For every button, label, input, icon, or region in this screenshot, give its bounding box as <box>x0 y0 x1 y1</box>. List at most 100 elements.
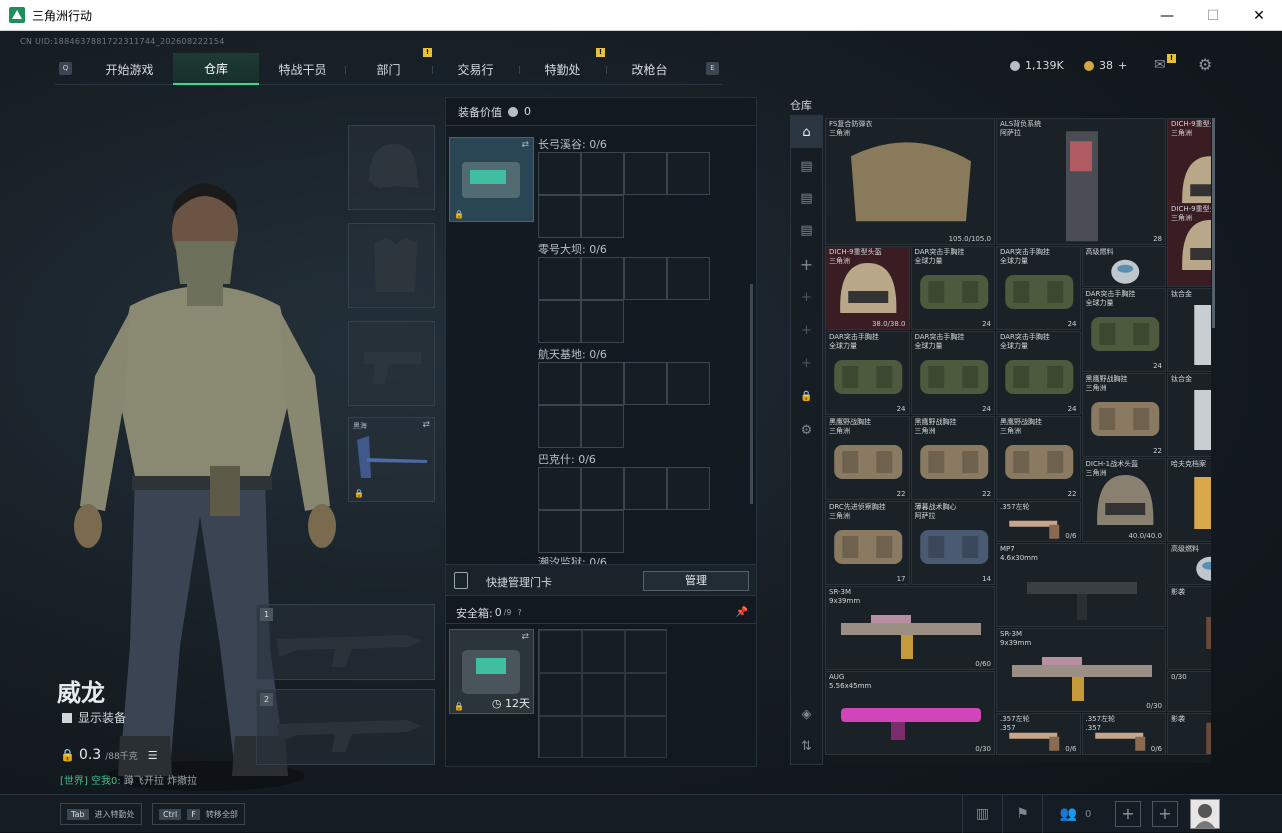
storage-2-icon[interactable]: ▤ <box>791 182 822 214</box>
sort-icon[interactable]: ⇅ <box>791 730 822 762</box>
chat-line[interactable]: [世界] 空我0: 蹲飞开拉 炸撤拉 <box>60 772 197 787</box>
close-button[interactable]: ✕ <box>1236 0 1282 31</box>
map-key-grid[interactable] <box>538 362 710 448</box>
chat-message: 蹲飞开拉 炸撤拉 <box>123 776 198 787</box>
tab-special-ops[interactable]: 特勤处 <box>520 53 605 85</box>
add-storage-icon[interactable]: + <box>791 314 822 346</box>
warehouse-item[interactable]: 影袭 <box>1167 585 1211 670</box>
layers-icon[interactable]: ◈ <box>791 698 822 730</box>
warehouse-item[interactable]: DAR突击手胸挂 全球力量 24 <box>910 245 995 330</box>
quick-manage-bar: 快捷管理门卡 管理 <box>446 564 756 596</box>
add-storage-icon[interactable]: + <box>791 281 822 313</box>
settings-icon[interactable]: ⚙ <box>791 414 822 446</box>
pin-icon[interactable]: 📌 <box>736 607 748 618</box>
melee-slot[interactable]: 黑海 ⇄ 🔒 <box>348 417 435 502</box>
warehouse-item[interactable]: DAR突击手胸挂 全球力量 24 <box>1081 288 1166 372</box>
warehouse-item[interactable]: 0/30 <box>1167 670 1211 712</box>
item-name: DICH-1战术头盔 三角洲 <box>1085 460 1139 477</box>
weight-list-icon[interactable]: ☰ <box>148 749 158 762</box>
warehouse-item[interactable]: 影袭 <box>1167 713 1211 755</box>
warehouse-item[interactable]: DICH-9重型头盔 三角洲38.0/38.0 <box>825 245 910 330</box>
nav-prev-key[interactable]: Q <box>59 62 72 75</box>
primary-weapon-slot-2[interactable]: 2 <box>256 689 435 765</box>
item-count: 105.0/105.0 <box>948 234 991 243</box>
keycard-holder-item[interactable]: ⇄ 🔒 <box>449 137 534 222</box>
swap-icon[interactable]: ⇄ <box>422 420 430 430</box>
warehouse-item[interactable]: .357左轮 0/6 <box>996 500 1081 542</box>
warehouse-item[interactable]: DRC先进侦察胸挂 三角洲 17 <box>825 500 910 585</box>
add-storage-icon[interactable]: + <box>791 347 822 379</box>
warehouse-item[interactable]: MP7 4.6x30mm <box>996 543 1166 627</box>
warehouse-item[interactable]: DAR突击手胸挂 全球力量 24 <box>996 330 1081 415</box>
warehouse-home-icon[interactable]: ⌂ <box>791 116 822 148</box>
warehouse-item[interactable]: 高级燃料 <box>1167 543 1211 585</box>
stats-icon[interactable]: ▥ <box>962 795 1002 833</box>
warehouse-item[interactable]: AUG 5.56x45mm 0/30 <box>825 670 995 755</box>
warehouse-item[interactable]: DICH-9重型头盔 三角洲38.0/38.0 <box>1167 203 1211 287</box>
show-equipment-toggle[interactable]: 显示装备 <box>62 709 126 726</box>
warehouse-item[interactable]: DAR突击手胸挂 全球力量 24 <box>825 330 910 415</box>
map-key-grid[interactable] <box>538 152 710 238</box>
tab-start-game[interactable]: 开始游戏 <box>87 53 172 85</box>
warehouse-item[interactable]: SR-3M 9x39mm 0/30 <box>996 628 1166 712</box>
keycard-lock-icon: 🔒 <box>454 210 464 219</box>
warehouse-item[interactable]: 黑鹰野战胸挂 三角洲 22 <box>825 415 910 500</box>
warehouse-item[interactable]: 哈夫克档案 <box>1167 458 1211 542</box>
warehouse-item[interactable]: 钛合金 <box>1167 288 1211 372</box>
nav-next-key[interactable]: E <box>706 62 719 75</box>
warehouse-item[interactable]: 薄暮战术胸心 阿萨拉 14 <box>910 500 995 585</box>
lock-icon[interactable]: 🔒 <box>791 380 822 412</box>
inventory-scrollbar[interactable] <box>750 284 753 504</box>
tab-hint[interactable]: Tab 进入特勤处 <box>60 803 142 825</box>
swap-icon[interactable]: ⇄ <box>521 632 529 642</box>
swap-icon[interactable]: ⇄ <box>521 140 529 150</box>
warehouse-item[interactable]: DICH-1战术头盔 三角洲 40.0/40.0 <box>1081 458 1166 542</box>
tab-operators[interactable]: 特战干员 <box>260 53 345 85</box>
minimize-button[interactable]: — <box>1144 0 1190 31</box>
safe-box-grid[interactable] <box>538 629 667 758</box>
warehouse-scrollbar[interactable] <box>1212 118 1215 328</box>
tab-department[interactable]: 部门 <box>346 53 431 85</box>
maximize-button[interactable]: ☐ <box>1190 0 1236 31</box>
mail-icon[interactable]: ✉ <box>1154 57 1166 73</box>
helmet-slot[interactable] <box>348 125 435 210</box>
avatar-image <box>1195 804 1215 828</box>
help-icon[interactable]: ? <box>518 608 522 617</box>
storage-3-icon[interactable]: ▤ <box>791 214 822 246</box>
warehouse-item[interactable]: 高级燃料 <box>1081 245 1166 287</box>
map-key-grid[interactable] <box>538 257 710 343</box>
warehouse-item[interactable]: FS复合防弹衣 三角洲 105.0/105.0 <box>825 118 995 245</box>
primary-weapon-slot-1[interactable]: 1 <box>256 604 435 680</box>
pistol-slot[interactable] <box>348 321 435 406</box>
warehouse-item[interactable]: .357左轮 .357 0/6 <box>1081 713 1166 755</box>
friends-button[interactable]: 👥 0 <box>1042 795 1108 833</box>
add-storage-icon[interactable]: + <box>791 248 822 280</box>
safe-box-item[interactable]: ⇄ 🔒 ◷ 12天 <box>449 629 534 714</box>
warehouse-item[interactable]: 黑鹰野战胸挂 三角洲 22 <box>910 415 995 500</box>
invite-slot-2-button[interactable]: + <box>1152 801 1178 827</box>
warehouse-item[interactable]: 钛合金 <box>1167 373 1211 457</box>
armor-slot[interactable] <box>348 223 435 308</box>
transfer-hint[interactable]: Ctrl F 转移全部 <box>152 803 245 825</box>
manage-button[interactable]: 管理 <box>643 571 749 591</box>
warehouse-item[interactable]: 黑鹰野战胸挂 三角洲 22 <box>996 415 1081 500</box>
warehouse-item[interactable]: .357左轮 .357 0/6 <box>996 713 1081 755</box>
warehouse-item[interactable]: DAR突击手胸挂 全球力量 24 <box>996 245 1081 330</box>
warehouse-item[interactable]: DAR突击手胸挂 全球力量 24 <box>910 330 995 415</box>
map-key-grid[interactable] <box>538 467 710 553</box>
settings-gear-icon[interactable]: ⚙ <box>1198 55 1212 74</box>
warehouse-item[interactable]: 黑鹰野战胸挂 三角洲 22 <box>1081 373 1166 457</box>
storage-1-icon[interactable]: ▤ <box>791 150 822 182</box>
warehouse-item[interactable]: ALS背负系统 阿萨拉 28 <box>996 118 1166 245</box>
invite-slot-1-button[interactable]: + <box>1115 801 1141 827</box>
tab-gunsmith[interactable]: 改枪台 <box>607 53 692 85</box>
flag-icon[interactable]: ⚑ <box>1002 795 1042 833</box>
show-equipment-checkbox[interactable] <box>62 712 72 723</box>
tab-warehouse[interactable]: 仓库 <box>173 53 259 85</box>
map-space-label: 航天基地: 0/6 <box>538 348 607 361</box>
warehouse-item[interactable]: SR-3M 9x39mm 0/60 <box>825 585 995 670</box>
add-gold-button[interactable]: + <box>1118 59 1127 72</box>
tab-trading[interactable]: 交易行 <box>433 53 518 85</box>
player-avatar[interactable] <box>1190 799 1220 829</box>
melee-name: 黑海 <box>353 422 367 430</box>
